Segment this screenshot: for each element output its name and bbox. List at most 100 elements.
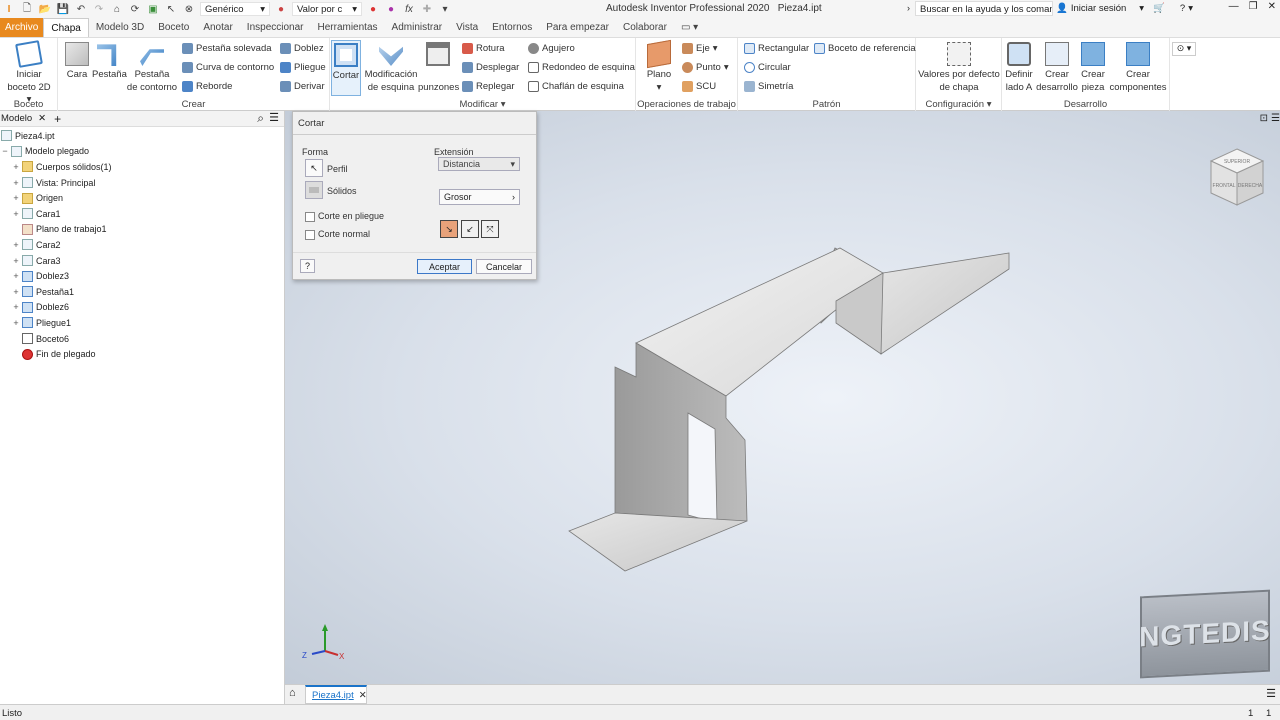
bend-button[interactable]: Doblez [280, 40, 324, 57]
tree-root[interactable]: Pieza4.ipt [0, 128, 284, 144]
tab-vista[interactable]: Vista [449, 18, 485, 37]
appearance-dropdown[interactable]: Valor por c ▾ [292, 2, 362, 16]
tree-node-doblez3[interactable]: + Doblez3 [0, 268, 284, 284]
cancel-button[interactable]: Cancelar [476, 259, 532, 274]
browser-tab[interactable]: Modelo [1, 113, 32, 124]
tree-node-cara1[interactable]: + Cara1 [0, 206, 284, 222]
point-button[interactable]: Punto ▾ [682, 59, 729, 76]
cart-icon[interactable]: 🛒 [1153, 3, 1165, 14]
expand-icon[interactable]: + [12, 271, 20, 281]
tree-node-vista[interactable]: + Vista: Principal [0, 175, 284, 191]
clear-appearance-icon[interactable]: ● [384, 2, 398, 16]
direction-1-button[interactable]: ↘ [440, 220, 458, 238]
corner-round-button[interactable]: Redondeo de esquina [528, 59, 635, 76]
close-icon[interactable]: ✕ [1268, 1, 1276, 12]
menu-icon[interactable]: ☰ [1266, 687, 1276, 700]
symmetric-button[interactable]: ⤧ [481, 220, 499, 238]
ribbon-options-button[interactable]: ▭ ▾ [674, 18, 705, 37]
tree-node-doblez6[interactable]: + Doblez6 [0, 300, 284, 316]
update-icon[interactable]: ⟳ [128, 2, 142, 16]
redo-icon[interactable]: ↷ [92, 2, 106, 16]
define-a-side-button[interactable]: Definir lado A [1002, 40, 1036, 94]
contour-roll-button[interactable]: Curva de contorno [182, 59, 274, 76]
direction-2-button[interactable]: ↙ [461, 220, 479, 238]
face-button[interactable]: Cara [62, 40, 92, 82]
expand-icon[interactable]: + [12, 256, 20, 266]
corner-chamfer-button[interactable]: Chaflán de esquina [528, 78, 624, 95]
tab-inspeccionar[interactable]: Inspeccionar [240, 18, 311, 37]
doc-tab-pieza4[interactable]: Pieza4.ipt ✕ [305, 685, 367, 704]
tree-node-boceto6[interactable]: Boceto6 [0, 331, 284, 347]
chevron-right-icon[interactable]: › [907, 3, 910, 13]
sketch-ref-button[interactable]: Boceto de referencia [814, 40, 916, 57]
tab-para-empezar[interactable]: Para empezar [539, 18, 616, 37]
create-components-button[interactable]: Crear componentes [1108, 40, 1168, 94]
create-part-button[interactable]: Crear pieza [1078, 40, 1108, 94]
close-icon[interactable]: ✕ [38, 113, 46, 124]
close-doc-icon[interactable]: ⊗ [182, 2, 196, 16]
expand-icon[interactable]: + [12, 302, 20, 312]
panel-label[interactable]: Configuración ▾ [916, 99, 1001, 110]
expand-icon[interactable]: + [12, 240, 20, 250]
tree-node-cara3[interactable]: + Cara3 [0, 253, 284, 269]
cut-across-bend-option[interactable]: Corte en pliegue [305, 211, 384, 222]
expand-icon[interactable]: + [12, 193, 20, 203]
tree-node-plano[interactable]: Plano de trabajo1 [0, 222, 284, 238]
mirror-button[interactable]: Simetría [744, 78, 793, 95]
rectangular-pattern-button[interactable]: Rectangular [744, 40, 809, 57]
tab-boceto[interactable]: Boceto [151, 18, 196, 37]
thickness-input[interactable]: Grosor › [439, 189, 520, 205]
expand-icon[interactable]: + [12, 178, 20, 188]
return-icon[interactable]: ▣ [146, 2, 160, 16]
tree-node-modelo-plegado[interactable]: − Modelo plegado [0, 144, 284, 160]
tree-node-cuerpos[interactable]: + Cuerpos sólidos(1) [0, 159, 284, 175]
ribbon-extra-button[interactable]: ⊙ ▾ [1172, 42, 1196, 56]
create-flat-pattern-button[interactable]: Crear desarrollo [1036, 40, 1078, 94]
corner-mod-button[interactable]: Modificación de esquina [362, 40, 420, 94]
signin-button[interactable]: 👤 Iniciar sesión ▾ 🛒 ? ▾ [1056, 3, 1193, 14]
undo-icon[interactable]: ↶ [74, 2, 88, 16]
axis-button[interactable]: Eje ▾ [682, 40, 718, 57]
lofted-flange-button[interactable]: Pestaña solevada [182, 40, 272, 57]
home-icon[interactable]: ⌂ [289, 687, 296, 699]
profile-select-button[interactable]: ↖ [305, 159, 323, 177]
panel-label[interactable]: Modificar ▾ [330, 99, 635, 110]
app-menu-icon[interactable]: I [2, 2, 16, 16]
expand-icon[interactable]: + [12, 209, 20, 219]
circular-pattern-button[interactable]: Circular [744, 59, 791, 76]
fx-icon[interactable]: fx [402, 2, 416, 16]
new-icon[interactable]: 🗋 [20, 2, 34, 16]
sheet-defaults-button[interactable]: Valores por defecto de chapa [916, 40, 1002, 94]
tab-colaborar[interactable]: Colaborar [616, 18, 674, 37]
expand-icon[interactable]: + [12, 162, 20, 172]
hem-button[interactable]: Reborde [182, 78, 232, 95]
expand-icon[interactable]: + [12, 287, 20, 297]
collapse-icon[interactable]: − [1, 146, 9, 156]
cut-normal-checkbox[interactable] [305, 229, 315, 240]
customize-icon[interactable]: ▾ [438, 2, 452, 16]
tab-entornos[interactable]: Entornos [485, 18, 539, 37]
cut-across-bend-checkbox[interactable] [305, 211, 315, 222]
tree-node-origen[interactable]: + Origen [0, 190, 284, 206]
ok-button[interactable]: Aceptar [417, 259, 472, 274]
tab-modelo-3d[interactable]: Modelo 3D [89, 18, 151, 37]
tab-herramientas[interactable]: Herramientas [311, 18, 385, 37]
minimize-icon[interactable]: — [1229, 1, 1239, 12]
select-icon[interactable]: ↖ [164, 2, 178, 16]
unfold-button[interactable]: Desplegar [462, 59, 519, 76]
extent-dropdown[interactable]: Distancia ▾ [438, 157, 520, 171]
restore-icon[interactable]: ❐ [1249, 1, 1258, 12]
tree-node-cara2[interactable]: + Cara2 [0, 237, 284, 253]
punch-button[interactable]: punzones [418, 40, 459, 94]
derive-button[interactable]: Derivar [280, 78, 325, 95]
tab-archivo[interactable]: Archivo [0, 18, 44, 37]
contour-flange-button[interactable]: Pestaña de contorno [126, 40, 178, 94]
plane-button[interactable]: Plano ▾ [640, 39, 678, 94]
tab-chapa[interactable]: Chapa [43, 18, 89, 37]
help-button[interactable]: ? [300, 259, 315, 273]
cut-normal-option[interactable]: Corte normal [305, 229, 370, 240]
close-icon[interactable]: ✕ [359, 690, 367, 701]
flange-button[interactable]: Pestaña [92, 40, 127, 82]
home-icon[interactable]: ⌂ [110, 2, 124, 16]
rip-button[interactable]: Rotura [462, 40, 505, 57]
